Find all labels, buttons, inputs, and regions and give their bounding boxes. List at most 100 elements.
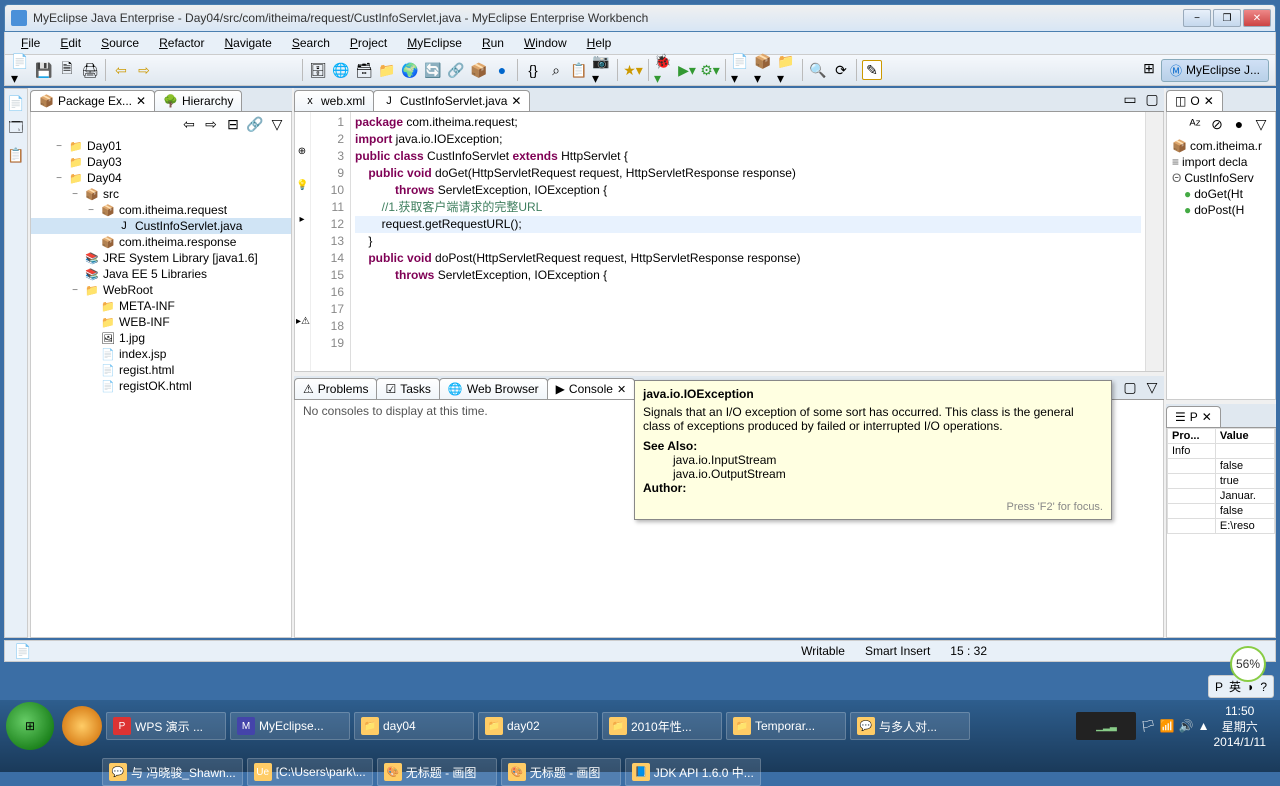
outline-view[interactable]: 📦com.itheima.r≡import declaΘCustInfoServ… xyxy=(1166,136,1276,400)
tray-net-icon[interactable]: 📶 xyxy=(1160,719,1175,733)
menu-edit[interactable]: Edit xyxy=(52,34,89,52)
tree-item[interactable]: JCustInfoServlet.java xyxy=(31,218,291,234)
menu-navigate[interactable]: Navigate xyxy=(216,34,279,52)
pkg-icon[interactable]: 📋 xyxy=(569,60,589,80)
link-icon[interactable]: 🔗 xyxy=(446,60,466,80)
taskbar-item[interactable]: Ue[C:\Users\park\... xyxy=(247,758,373,786)
outline-tab[interactable]: ◫ O ✕ xyxy=(1166,90,1223,111)
menu-run[interactable]: Run xyxy=(474,34,512,52)
menu-window[interactable]: Window xyxy=(516,34,575,52)
fwd-nav-icon[interactable]: ⇨ xyxy=(201,114,221,134)
filter-icon[interactable]: ⌕ xyxy=(546,60,566,80)
newpkg-icon[interactable]: 📦▾ xyxy=(754,60,774,80)
outline-item[interactable]: ●doPost(H xyxy=(1169,202,1273,218)
net-meter[interactable]: ▁▂▃ xyxy=(1076,712,1136,740)
menu-icon[interactable]: ▽ xyxy=(267,114,287,134)
tree-item[interactable]: 📄regist.html xyxy=(31,362,291,378)
app-orb[interactable] xyxy=(62,706,102,746)
web-icon[interactable]: 🌍 xyxy=(400,60,420,80)
star-icon[interactable]: ★▾ xyxy=(623,60,643,80)
menu-myeclipse[interactable]: MyEclipse xyxy=(399,34,470,52)
menu-source[interactable]: Source xyxy=(93,34,147,52)
tree-item[interactable]: 🖼1.jpg xyxy=(31,330,291,346)
servers-icon[interactable]: 🗄 xyxy=(308,60,328,80)
deploy-icon[interactable]: 🌐 xyxy=(331,60,351,80)
taskbar-item[interactable]: 📁day02 xyxy=(478,712,598,740)
code-area[interactable]: package com.itheima.request;import java.… xyxy=(351,112,1145,371)
menu-help[interactable]: Help xyxy=(579,34,620,52)
tray-flag-icon[interactable]: 🏳 xyxy=(1140,719,1155,733)
tree-item[interactable]: −📁Day04 xyxy=(31,170,291,186)
run-icon[interactable]: ▶▾ xyxy=(677,60,697,80)
newfolder-icon[interactable]: 📁▾ xyxy=(777,60,797,80)
taskbar-item[interactable]: 🎨无标题 - 画图 xyxy=(377,758,497,786)
close-button[interactable]: ✕ xyxy=(1243,9,1271,27)
tree-item[interactable]: 📁Day03 xyxy=(31,154,291,170)
sync-icon[interactable]: ⟳ xyxy=(831,60,851,80)
tree-item[interactable]: 📄registOK.html xyxy=(31,378,291,394)
menu-project[interactable]: Project xyxy=(342,34,395,52)
tree-item[interactable]: −📁WebRoot xyxy=(31,282,291,298)
collapse-icon[interactable]: ⊟ xyxy=(223,114,243,134)
open-perspective-icon[interactable]: ⊞ xyxy=(1139,59,1159,79)
hide-static-icon[interactable]: ● xyxy=(1229,114,1249,134)
editor-tab[interactable]: JCustInfoServlet.java ✕ xyxy=(373,90,530,111)
db-icon[interactable]: 🗃 xyxy=(354,60,374,80)
search2-icon[interactable]: 🔍 xyxy=(808,60,828,80)
taskbar-item[interactable]: 🎨无标题 - 画图 xyxy=(501,758,621,786)
editor-max-icon[interactable]: ▢ xyxy=(1142,89,1162,109)
properties-tab[interactable]: ☰ P ✕ xyxy=(1166,406,1221,427)
start-button[interactable]: ⊞ xyxy=(6,702,54,750)
link-editor-icon[interactable]: 🔗 xyxy=(245,114,265,134)
new-icon[interactable]: 📄▾ xyxy=(11,60,31,80)
taskbar-item[interactable]: 💬与多人对... xyxy=(850,712,970,740)
palette-icon[interactable]: ✎ xyxy=(862,60,882,80)
fastview3-icon[interactable]: 📋 xyxy=(6,145,26,165)
tree-item[interactable]: 📁META-INF xyxy=(31,298,291,314)
editor[interactable]: ⊕💡▸▸⚠ 123910111213141516171819 package c… xyxy=(294,112,1164,372)
taskbar-item[interactable]: 📘JDK API 1.6.0 中... xyxy=(625,758,761,786)
maximize-button[interactable]: ❐ xyxy=(1213,9,1241,27)
status-icon[interactable]: 📄 xyxy=(13,641,33,661)
jar-icon[interactable]: 📦 xyxy=(469,60,489,80)
fwd-icon[interactable]: ⇨ xyxy=(134,60,154,80)
menu2-icon[interactable]: ▽ xyxy=(1251,114,1271,134)
tree-item[interactable]: −📁Day01 xyxy=(31,138,291,154)
tree-item[interactable]: 📄index.jsp xyxy=(31,346,291,362)
back-icon[interactable]: ⇦ xyxy=(111,60,131,80)
bottom-tab-console[interactable]: ▶Console ✕ xyxy=(547,378,635,399)
back-nav-icon[interactable]: ⇦ xyxy=(179,114,199,134)
taskbar-item[interactable]: 📁2010年性... xyxy=(602,712,722,740)
taskbar-item[interactable]: 📁Temporar... xyxy=(726,712,846,740)
net-speed-widget[interactable]: 56% xyxy=(1230,646,1266,682)
taskbar-item[interactable]: PWPS 演示 ... xyxy=(106,712,226,740)
properties-view[interactable]: Pro...ValueInfofalsetrueJanuar.falseE:\r… xyxy=(1166,428,1276,638)
outline-item[interactable]: ΘCustInfoServ xyxy=(1169,170,1273,186)
tree-item[interactable]: 📚Java EE 5 Libraries xyxy=(31,266,291,282)
bottom-tab-tasks[interactable]: ☑Tasks xyxy=(376,378,439,399)
package-explorer-tab[interactable]: 📦 Package Ex... ✕ xyxy=(30,90,155,111)
print-icon[interactable]: 🖨 xyxy=(80,60,100,80)
tree-item[interactable]: −📦src xyxy=(31,186,291,202)
package-tree[interactable]: −📁Day01📁Day03−📁Day04−📦src−📦com.itheima.r… xyxy=(30,136,292,638)
refresh-icon[interactable]: 🔄 xyxy=(423,60,443,80)
bottom-tab-web browser[interactable]: 🌐Web Browser xyxy=(439,378,548,399)
editor-min-icon[interactable]: ▭ xyxy=(1120,89,1140,109)
tab-close-icon[interactable]: ✕ xyxy=(136,94,146,108)
bottom-tab-problems[interactable]: ⚠Problems xyxy=(294,378,377,399)
outline-item[interactable]: 📦com.itheima.r xyxy=(1169,138,1273,154)
hide-fields-icon[interactable]: ⊘ xyxy=(1207,114,1227,134)
menu-refactor[interactable]: Refactor xyxy=(151,34,212,52)
menu-search[interactable]: Search xyxy=(284,34,338,52)
globe-icon[interactable]: ● xyxy=(492,60,512,80)
outline-item[interactable]: ●doGet(Ht xyxy=(1169,186,1273,202)
perspective-button[interactable]: Ⓜ MyEclipse J... xyxy=(1161,59,1269,82)
vertical-scrollbar[interactable] xyxy=(1145,112,1163,371)
fastview2-icon[interactable]: 🗔 xyxy=(6,119,26,139)
ext-icon[interactable]: ⚙▾ xyxy=(700,60,720,80)
tray-vol-icon[interactable]: 🔊 xyxy=(1179,719,1194,733)
tree-item[interactable]: 📚JRE System Library [java1.6] xyxy=(31,250,291,266)
folder-icon[interactable]: 📁 xyxy=(377,60,397,80)
debug-icon[interactable]: 🐞▾ xyxy=(654,60,674,80)
hierarchy-tab[interactable]: 🌳 Hierarchy xyxy=(154,90,242,111)
